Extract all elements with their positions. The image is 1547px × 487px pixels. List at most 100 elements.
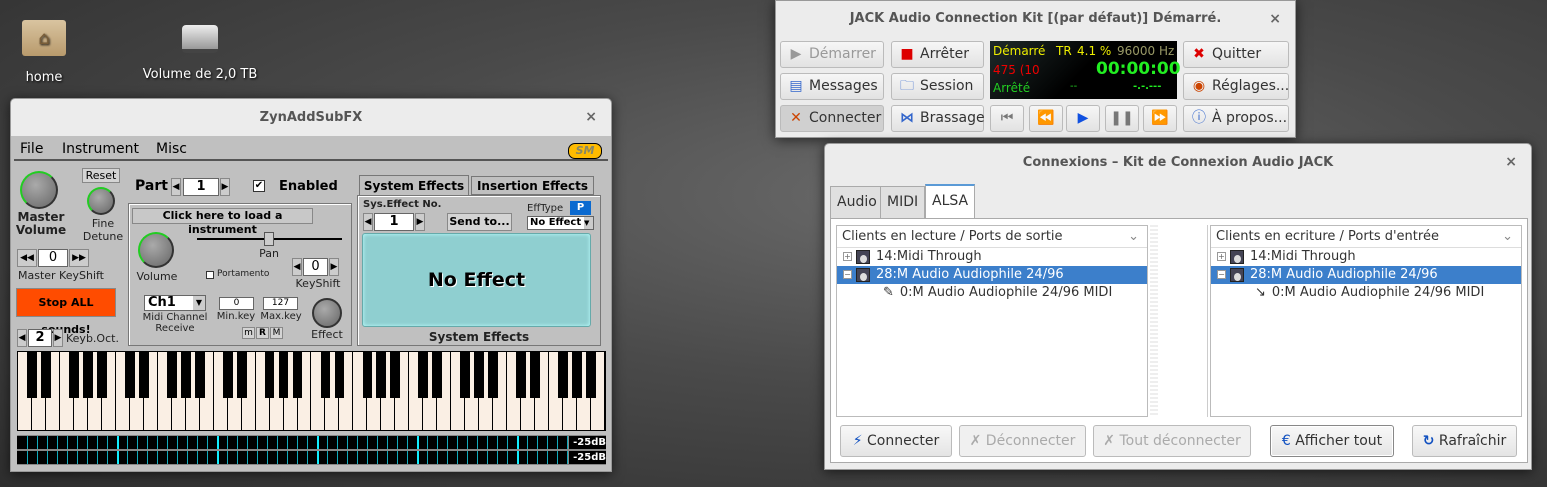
tree-item[interactable]: ✎ 0:M Audio Audiophile 24/96 MIDI <box>837 284 1147 302</box>
keyshift-up-button[interactable]: ▶ <box>329 258 339 276</box>
show-all-button[interactable]: € Afficher tout <box>1270 425 1394 457</box>
midi-channel-select[interactable]: Ch1 ▼ <box>144 295 206 311</box>
fast-forward-button[interactable]: ⏩ <box>1143 105 1177 132</box>
desktop-icon-volume[interactable]: Volume de 2,0 TB <box>135 25 265 82</box>
enabled-checkbox[interactable]: ✔ <box>253 180 265 192</box>
min-key-field[interactable]: 0 <box>219 297 254 310</box>
rewind-start-button[interactable]: ⏮ <box>990 105 1024 132</box>
connect-ports-button[interactable]: ⚡ Connecter <box>840 425 952 457</box>
expand-icon[interactable]: + <box>843 252 852 261</box>
send-to-button[interactable]: Send to... <box>447 213 512 231</box>
close-icon[interactable]: × <box>585 99 597 136</box>
effect-knob[interactable] <box>312 298 342 328</box>
messages-button[interactable]: ▤ Messages <box>780 73 884 100</box>
tree-item[interactable]: − 28:M Audio Audiophile 24/96 <box>837 266 1147 284</box>
tab-midi[interactable]: MIDI <box>880 186 926 218</box>
patchbay-button[interactable]: ⋈ Brassage <box>891 105 985 132</box>
white-key[interactable] <box>437 352 452 430</box>
quit-button[interactable]: ✖ Quitter <box>1183 41 1289 68</box>
vu-tick <box>187 436 188 449</box>
white-key[interactable] <box>591 352 605 430</box>
pan-slider-handle[interactable] <box>264 232 274 246</box>
start-button[interactable]: ▶ Démarrer <box>780 41 884 68</box>
vu-tick <box>197 436 198 449</box>
menu-misc[interactable]: Misc <box>156 141 187 157</box>
tree-item[interactable]: ↘ 0:M Audio Audiophile 24/96 MIDI <box>1211 284 1521 302</box>
refresh-button[interactable]: ↻ Rafraîchir <box>1412 425 1517 457</box>
part-up-button[interactable]: ▶ <box>220 178 230 196</box>
settings-button[interactable]: ◉ Réglages... <box>1183 73 1289 100</box>
tab-alsa[interactable]: ALSA <box>925 184 976 219</box>
part-volume-knob[interactable] <box>138 232 174 268</box>
keyshift-up-fast-button[interactable]: ▶▶ <box>69 249 89 267</box>
tab-insertion-effects[interactable]: Insertion Effects <box>471 176 594 195</box>
max-key-field[interactable]: 127 <box>263 297 298 310</box>
menu-file[interactable]: File <box>20 141 43 157</box>
part-field[interactable]: 1 <box>183 178 219 196</box>
keyshift-down-fast-button[interactable]: ◀◀ <box>17 249 37 267</box>
white-key[interactable] <box>46 352 60 430</box>
load-instrument-button[interactable]: Click here to load a instrument <box>132 208 313 236</box>
reset-button[interactable]: Reset <box>82 168 120 183</box>
sys-effect-no-field[interactable]: 1 <box>374 213 414 231</box>
play-button[interactable]: ▶ <box>1066 105 1100 132</box>
vu-tick <box>297 436 298 449</box>
mode-M-button[interactable]: M <box>270 327 283 339</box>
white-key[interactable] <box>298 352 312 430</box>
keyshift-field[interactable]: 0 <box>303 258 328 276</box>
keyshift-down-button[interactable]: ◀ <box>292 258 302 276</box>
vu-tick <box>567 451 568 464</box>
white-key[interactable] <box>339 352 354 430</box>
master-volume-knob[interactable] <box>20 171 58 209</box>
white-key[interactable] <box>144 352 158 430</box>
part-down-button[interactable]: ◀ <box>171 178 181 196</box>
expand-icon[interactable]: + <box>1217 252 1226 261</box>
tree-item[interactable]: +14:Midi Through <box>1211 248 1521 266</box>
menu-instrument[interactable]: Instrument <box>62 141 139 157</box>
master-keyshift-field[interactable]: 0 <box>38 249 68 267</box>
efftype-select[interactable]: No Effect ▼ <box>527 216 594 230</box>
mode-m-button[interactable]: m <box>242 327 255 339</box>
collapse-icon[interactable]: − <box>843 270 852 279</box>
white-key[interactable] <box>535 352 550 430</box>
white-key[interactable] <box>242 352 256 430</box>
keyb-oct-up-button[interactable]: ▶ <box>53 329 63 347</box>
desktop-icon-home[interactable]: ⌂ home <box>14 20 74 85</box>
close-icon[interactable]: × <box>1505 144 1517 181</box>
collapse-icon[interactable]: − <box>1217 270 1226 279</box>
white-key[interactable] <box>493 352 508 430</box>
white-key[interactable] <box>102 352 116 430</box>
input-ports-tree[interactable]: Clients en ecriture / Ports d'entrée ⌄ +1… <box>1210 225 1522 417</box>
pause-button[interactable]: ❚❚ <box>1105 105 1139 132</box>
about-button[interactable]: ⓘ À propos... <box>1183 105 1289 132</box>
tr-label: TR <box>1056 44 1072 58</box>
keyb-oct-down-button[interactable]: ◀ <box>17 329 27 347</box>
white-key[interactable] <box>395 352 410 430</box>
stop-button[interactable]: ■ Arrêter <box>891 41 984 68</box>
rewind-button[interactable]: ⏪ <box>1029 105 1063 132</box>
portamento-checkbox[interactable] <box>206 271 214 279</box>
stop-all-sounds-button[interactable]: Stop ALL sounds! <box>16 288 116 336</box>
tree-item[interactable]: +14:Midi Through <box>837 248 1147 266</box>
sys-effect-up-button[interactable]: ▶ <box>415 213 425 231</box>
mode-r-button[interactable]: R <box>256 327 269 339</box>
virtual-keyboard[interactable] <box>17 351 606 431</box>
white-key[interactable] <box>200 352 214 430</box>
close-icon[interactable]: × <box>1269 1 1281 37</box>
tree-item[interactable]: − 28:M Audio Audiophile 24/96 <box>1211 266 1521 284</box>
connect-button[interactable]: ✕ Connecter <box>780 105 884 132</box>
sys-effect-down-button[interactable]: ◀ <box>363 213 373 231</box>
session-button[interactable]: 🗀 Session <box>891 73 984 100</box>
vu-tick <box>517 436 519 449</box>
keyb-oct-field[interactable]: 2 <box>28 329 52 347</box>
disconnect-all-button[interactable]: ✗ Tout déconnecter <box>1093 425 1251 457</box>
output-tree-header[interactable]: Clients en lecture / Ports de sortie ⌄ <box>837 226 1147 248</box>
tab-audio[interactable]: Audio <box>830 186 884 218</box>
output-ports-tree[interactable]: Clients en lecture / Ports de sortie ⌄ +1… <box>836 225 1148 417</box>
tab-system-effects[interactable]: System Effects <box>359 175 469 196</box>
fine-detune-knob[interactable] <box>87 187 115 215</box>
splitter-handle[interactable] <box>1150 225 1158 417</box>
disconnect-button[interactable]: ✗ Déconnecter <box>959 425 1086 457</box>
input-tree-header[interactable]: Clients en ecriture / Ports d'entrée ⌄ <box>1211 226 1521 248</box>
preset-p-button[interactable]: P <box>570 201 591 215</box>
